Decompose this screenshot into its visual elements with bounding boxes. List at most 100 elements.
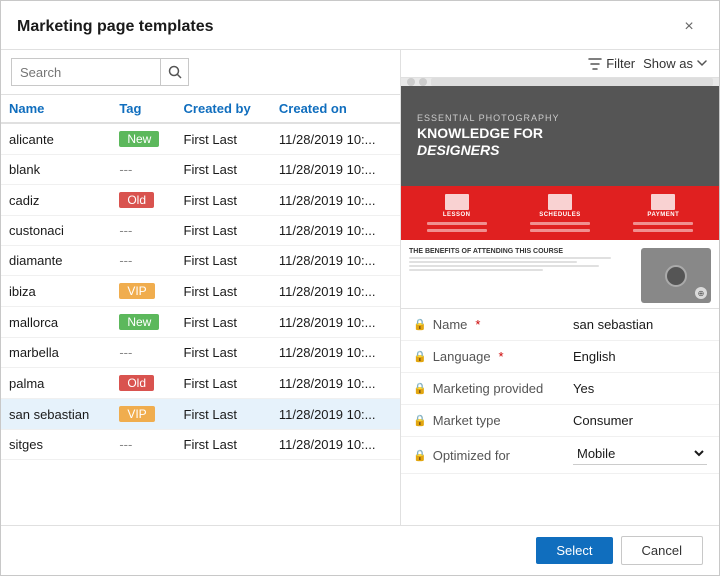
detail-label: 🔒 Market type [413, 413, 573, 428]
left-panel: Name Tag Created by Created on alicante … [1, 50, 401, 525]
right-top-bar: Filter Show as [401, 50, 719, 78]
cell-tag: --- [111, 338, 175, 368]
detail-row: 🔒 Name * san sebastian [401, 309, 719, 341]
detail-label: 🔒 Language * [413, 349, 573, 364]
show-as-label: Show as [643, 56, 693, 71]
lock-icon: 🔒 [413, 318, 427, 331]
tag-badge-new: New [119, 131, 159, 147]
feature-text [427, 229, 487, 232]
show-as-button[interactable]: Show as [643, 56, 707, 71]
feature-text [633, 222, 693, 225]
template-preview: ESSENTIAL PHOTOGRAPHY KNOWLEDGE FORDESIG… [401, 78, 719, 308]
cell-created-by: First Last [176, 307, 271, 338]
tag-badge-new: New [119, 314, 159, 330]
cell-tag: New [111, 307, 175, 338]
select-button[interactable]: Select [536, 537, 612, 564]
cell-tag: Old [111, 368, 175, 399]
tag-none: --- [119, 162, 132, 177]
cell-created-on: 11/28/2019 10:... [271, 338, 400, 368]
feature-text [633, 229, 693, 232]
detail-select-dropdown[interactable]: Mobile [573, 445, 707, 465]
right-panel: Filter Show as [401, 50, 719, 525]
browser-dot [419, 78, 427, 86]
cancel-button[interactable]: Cancel [621, 536, 703, 565]
browser-url [431, 78, 713, 86]
dialog-body: Name Tag Created by Created on alicante … [1, 50, 719, 525]
table-row[interactable]: mallorca New First Last 11/28/2019 10:..… [1, 307, 400, 338]
detail-value: English [573, 349, 707, 364]
preview-features-section: LESSON SCHEDULES PAYMENT [401, 186, 719, 240]
cell-name: custonaci [1, 216, 111, 246]
required-indicator: * [475, 317, 480, 332]
preview-bottom-section: THE BENEFITS OF ATTENDING THIS COURSE ⊕ [401, 240, 719, 308]
preview-bottom-text: THE BENEFITS OF ATTENDING THIS COURSE [409, 248, 633, 273]
col-name[interactable]: Name [1, 95, 111, 123]
table-row[interactable]: marbella --- First Last 11/28/2019 10:..… [1, 338, 400, 368]
filter-button[interactable]: Filter [588, 56, 635, 71]
table-row[interactable]: diamante --- First Last 11/28/2019 10:..… [1, 246, 400, 276]
table-row[interactable]: ibiza VIP First Last 11/28/2019 10:... [1, 276, 400, 307]
cell-created-by: First Last [176, 246, 271, 276]
detail-value: san sebastian [573, 317, 707, 332]
table-row[interactable]: custonaci --- First Last 11/28/2019 10:.… [1, 216, 400, 246]
feature-label-schedules: SCHEDULES [539, 212, 581, 218]
cell-name: sitges [1, 430, 111, 460]
feature-icon [548, 194, 572, 210]
detail-label: 🔒 Optimized for [413, 448, 573, 463]
table-row[interactable]: san sebastian VIP First Last 11/28/2019 … [1, 399, 400, 430]
table-row[interactable]: sitges --- First Last 11/28/2019 10:... [1, 430, 400, 460]
detail-row: 🔒 Market type Consumer [401, 405, 719, 437]
table-row[interactable]: alicante New First Last 11/28/2019 10:..… [1, 123, 400, 155]
feature-text [530, 222, 590, 225]
feature-payment: PAYMENT [633, 194, 693, 232]
dialog-header: Marketing page templates × [1, 1, 719, 50]
preview-bottom-title: THE BENEFITS OF ATTENDING THIS COURSE [409, 248, 633, 255]
cell-created-on: 11/28/2019 10:... [271, 216, 400, 246]
col-created-on[interactable]: Created on [271, 95, 400, 123]
cell-created-on: 11/28/2019 10:... [271, 276, 400, 307]
lock-icon: 🔒 [413, 414, 427, 427]
cell-tag: Old [111, 185, 175, 216]
cell-created-by: First Last [176, 368, 271, 399]
marketing-templates-dialog: Marketing page templates × Name [0, 0, 720, 576]
filter-label: Filter [606, 56, 635, 71]
feature-lesson: LESSON [427, 194, 487, 232]
cell-created-on: 11/28/2019 10:... [271, 246, 400, 276]
cell-tag: VIP [111, 399, 175, 430]
cell-created-by: First Last [176, 276, 271, 307]
preview-text-line [409, 265, 599, 267]
detail-label-text: Optimized for [433, 448, 510, 463]
detail-row: 🔒 Language * English [401, 341, 719, 373]
search-button[interactable] [161, 58, 189, 86]
preview-hero-title: KNOWLEDGE FORDESIGNERS [417, 125, 543, 159]
tag-none: --- [119, 223, 132, 238]
chevron-down-icon [697, 60, 707, 67]
cell-tag: New [111, 123, 175, 155]
cell-name: diamante [1, 246, 111, 276]
cell-created-on: 11/28/2019 10:... [271, 368, 400, 399]
table-row[interactable]: palma Old First Last 11/28/2019 10:... [1, 368, 400, 399]
tag-badge-vip: VIP [119, 406, 154, 422]
browser-dot [407, 78, 415, 86]
feature-schedules: SCHEDULES [530, 194, 590, 232]
close-button[interactable]: × [675, 13, 703, 41]
dialog-title: Marketing page templates [17, 18, 214, 36]
feature-icon [651, 194, 675, 210]
lock-icon: 🔒 [413, 350, 427, 363]
lock-icon: 🔒 [413, 382, 427, 395]
col-tag[interactable]: Tag [111, 95, 175, 123]
detail-select[interactable]: Mobile [573, 445, 707, 462]
tag-badge-vip: VIP [119, 283, 154, 299]
cell-created-by: First Last [176, 185, 271, 216]
search-input[interactable] [11, 58, 161, 86]
cell-tag: --- [111, 246, 175, 276]
col-created-by[interactable]: Created by [176, 95, 271, 123]
cell-created-by: First Last [176, 338, 271, 368]
tag-badge-old: Old [119, 192, 154, 208]
search-bar [1, 50, 400, 95]
cell-tag: --- [111, 430, 175, 460]
table-row[interactable]: cadiz Old First Last 11/28/2019 10:... [1, 185, 400, 216]
table-row[interactable]: blank --- First Last 11/28/2019 10:... [1, 155, 400, 185]
detail-label-text: Language [433, 349, 491, 364]
preview-browser-bar [401, 78, 719, 86]
